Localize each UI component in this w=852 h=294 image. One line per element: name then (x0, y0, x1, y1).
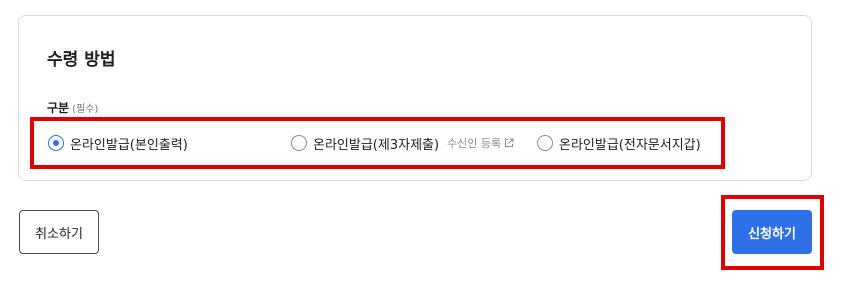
field-label-text: 구분 (47, 101, 70, 115)
radio-option-digital-wallet[interactable]: 온라인발급(전자문서지갑) (537, 132, 701, 154)
radio-option-self-print[interactable]: 온라인발급(본인출력) (48, 132, 188, 154)
radio-checked-icon[interactable] (48, 135, 64, 151)
field-label: 구분 (필수) (47, 99, 98, 116)
cancel-button[interactable]: 취소하기 (19, 210, 99, 254)
radio-option-label: 온라인발급(본인출력) (70, 137, 188, 153)
register-recipient-link[interactable]: 수신인 등록 (447, 135, 514, 151)
required-indicator: (필수) (72, 104, 99, 115)
radio-option-label: 온라인발급(전자문서지갑) (559, 137, 701, 153)
submit-button[interactable]: 신청하기 (732, 210, 812, 254)
radio-unchecked-icon[interactable] (537, 135, 553, 151)
radio-option-third-party[interactable]: 온라인발급(제3자제출) 수신인 등록 (291, 132, 514, 154)
radio-option-label: 온라인발급(제3자제출) (313, 137, 440, 153)
radio-unchecked-icon[interactable] (291, 135, 307, 151)
register-recipient-label: 수신인 등록 (447, 137, 502, 150)
section-title: 수령 방법 (47, 50, 116, 70)
external-link-icon (505, 138, 514, 147)
receipt-method-card: 수령 방법 구분 (필수) (18, 15, 812, 181)
